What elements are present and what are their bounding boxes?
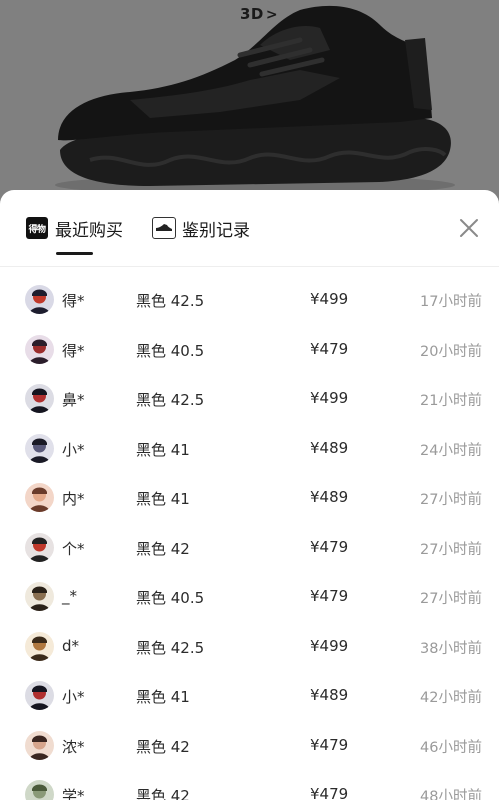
size-spec: 黑色 41 bbox=[136, 440, 190, 459]
user-avatar bbox=[25, 433, 54, 463]
user-avatar bbox=[25, 582, 54, 611]
user-avatar bbox=[25, 334, 54, 364]
purchase-record-row: _* 黑色 40.5 ¥479 27小时前 bbox=[0, 573, 499, 623]
purchase-time: 17小时前 bbox=[420, 294, 482, 310]
active-tab-indicator bbox=[56, 252, 93, 255]
tab-authentication-records[interactable]: 鉴别记录 bbox=[152, 216, 250, 241]
buyer-name: 得* bbox=[62, 341, 85, 360]
recent-purchases-sheet: 得物 最近购买 鉴别记录 得* 黑色 42.5 ¥499 17小时前 得* 黑色 40.5… bbox=[0, 190, 499, 800]
user-avatar bbox=[25, 730, 54, 760]
buyer-name: 鼻* bbox=[62, 391, 85, 409]
purchase-record-row: 学* 黑色 42 ¥479 48小时前 bbox=[0, 771, 499, 800]
product-image-area[interactable]: 3D > bbox=[0, 0, 499, 200]
purchase-record-row: 浓* 黑色 42 ¥479 46小时前 bbox=[0, 722, 499, 772]
purchase-price: ¥479 bbox=[310, 537, 349, 556]
size-spec: 黑色 42 bbox=[136, 737, 190, 756]
purchase-record-row: d* 黑色 42.5 ¥499 38小时前 bbox=[0, 623, 499, 673]
purchase-time: 27小时前 bbox=[420, 541, 482, 558]
purchase-record-row: 小* 黑色 41 ¥489 24小时前 bbox=[0, 425, 499, 475]
purchase-time: 48小时前 bbox=[420, 789, 482, 800]
purchase-price: ¥499 bbox=[310, 389, 349, 407]
size-spec: 黑色 41 bbox=[136, 490, 190, 508]
purchase-record-row: 鼻* 黑色 42.5 ¥499 21小时前 bbox=[0, 375, 499, 425]
chevron-right-icon: > bbox=[265, 7, 279, 23]
purchase-record-row: 个* 黑色 42 ¥479 27小时前 bbox=[0, 524, 499, 574]
purchase-price: ¥489 bbox=[310, 488, 349, 506]
dewu-logo-icon: 得物 bbox=[26, 217, 48, 239]
size-spec: 黑色 41 bbox=[136, 688, 190, 706]
buyer-name: 个* bbox=[62, 539, 85, 558]
buyer-name: 内* bbox=[62, 490, 85, 508]
buyer-name: 得* bbox=[62, 292, 85, 310]
view-3d-label: 3D bbox=[240, 5, 264, 23]
purchase-price: ¥499 bbox=[310, 636, 349, 655]
size-spec: 黑色 40.5 bbox=[136, 589, 205, 607]
purchase-price: ¥489 bbox=[310, 686, 349, 704]
purchase-time: 21小时前 bbox=[420, 393, 482, 409]
tab-authentication-records-label: 鉴别记录 bbox=[182, 220, 250, 241]
purchase-price: ¥479 bbox=[310, 339, 349, 358]
purchase-time: 38小时前 bbox=[420, 640, 482, 657]
purchase-time: 24小时前 bbox=[420, 442, 482, 459]
purchase-record-list: 得* 黑色 42.5 ¥499 17小时前 得* 黑色 40.5 ¥479 20小时前 鼻* 黑色… bbox=[0, 276, 499, 800]
buyer-name: d* bbox=[62, 636, 80, 655]
purchase-price: ¥479 bbox=[310, 785, 349, 800]
user-avatar bbox=[25, 483, 54, 512]
purchase-record-row: 小* 黑色 41 ¥489 42小时前 bbox=[0, 672, 499, 722]
purchase-time: 27小时前 bbox=[420, 492, 482, 508]
purchase-time: 46小时前 bbox=[420, 739, 482, 756]
buyer-name: _* bbox=[62, 587, 77, 605]
tab-bar: 得物 最近购买 鉴别记录 bbox=[0, 190, 499, 267]
sneaker-icon bbox=[152, 217, 176, 239]
purchase-price: ¥479 bbox=[310, 735, 349, 754]
size-spec: 黑色 42 bbox=[136, 787, 190, 800]
buyer-name: 学* bbox=[62, 787, 85, 800]
buyer-name: 浓* bbox=[62, 737, 85, 756]
user-avatar bbox=[25, 532, 54, 562]
purchase-record-row: 内* 黑色 41 ¥489 27小时前 bbox=[0, 474, 499, 524]
purchase-price: ¥499 bbox=[310, 290, 349, 308]
tab-recent-purchases-label: 最近购买 bbox=[55, 220, 123, 241]
size-spec: 黑色 42.5 bbox=[136, 638, 205, 657]
size-spec: 黑色 42.5 bbox=[136, 391, 205, 409]
purchase-history-screen: 3D > 得物 最近购买 鉴别记录 得* 黑色 42.5 ¥499 17小时前 … bbox=[0, 0, 499, 800]
purchase-time: 20小时前 bbox=[420, 343, 482, 360]
user-avatar bbox=[25, 681, 54, 710]
view-3d-button[interactable]: 3D > bbox=[240, 5, 278, 23]
size-spec: 黑色 42 bbox=[136, 539, 190, 558]
purchase-record-row: 得* 黑色 42.5 ¥499 17小时前 bbox=[0, 276, 499, 326]
user-avatar bbox=[25, 780, 54, 800]
purchase-price: ¥479 bbox=[310, 587, 349, 605]
buyer-name: 小* bbox=[62, 688, 85, 706]
tab-recent-purchases[interactable]: 得物 最近购买 bbox=[26, 216, 123, 241]
purchase-price: ¥489 bbox=[310, 438, 349, 457]
purchase-record-row: 得* 黑色 40.5 ¥479 20小时前 bbox=[0, 326, 499, 376]
purchase-time: 42小时前 bbox=[420, 690, 482, 706]
sneaker-product-image bbox=[55, 5, 455, 195]
close-icon[interactable] bbox=[457, 216, 481, 240]
purchase-time: 27小时前 bbox=[420, 591, 482, 607]
size-spec: 黑色 42.5 bbox=[136, 292, 205, 310]
user-avatar bbox=[25, 285, 54, 314]
size-spec: 黑色 40.5 bbox=[136, 341, 205, 360]
user-avatar bbox=[25, 384, 54, 413]
user-avatar bbox=[25, 631, 54, 661]
buyer-name: 小* bbox=[62, 440, 85, 459]
